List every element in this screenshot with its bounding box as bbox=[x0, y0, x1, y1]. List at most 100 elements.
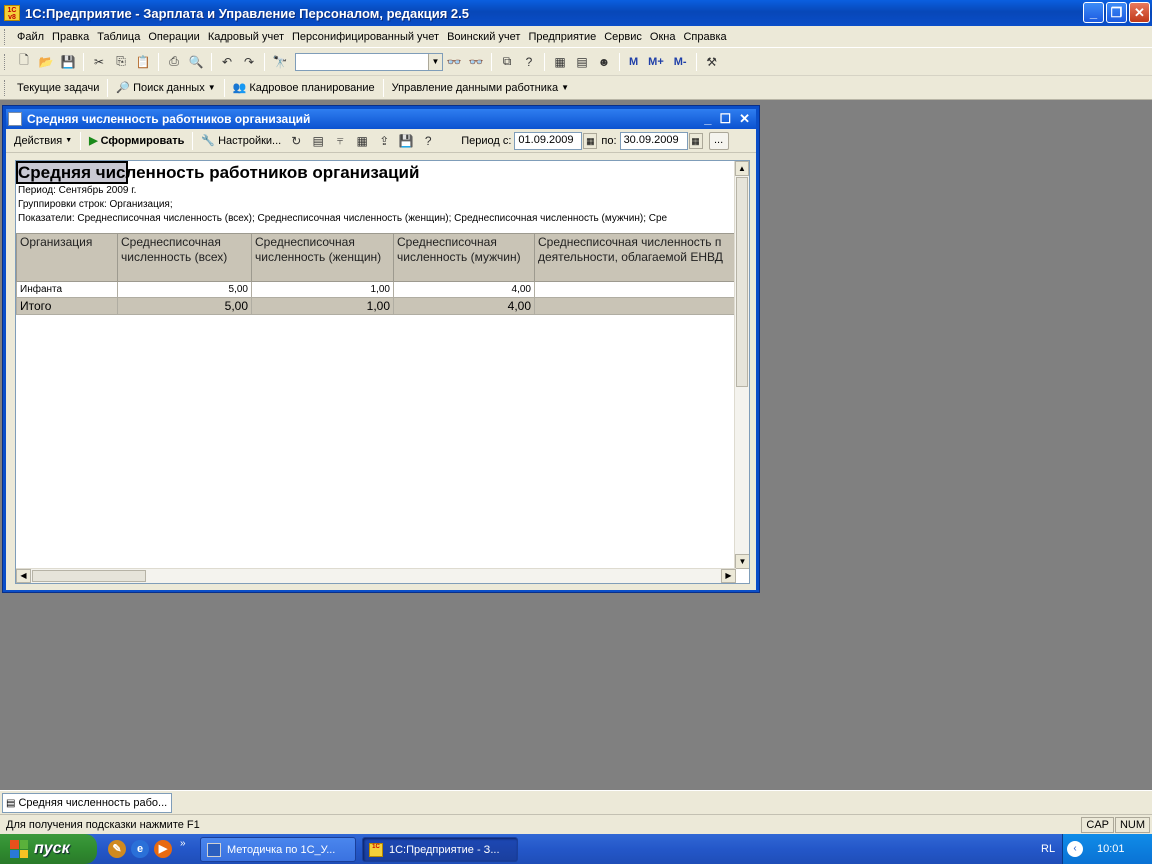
quicklaunch-more-icon[interactable]: » bbox=[180, 838, 186, 849]
internet-explorer-icon[interactable]: e bbox=[131, 840, 149, 858]
window-minimize-button[interactable]: _ bbox=[704, 111, 711, 127]
data-search-button[interactable]: 🔎 Поиск данных ▼ bbox=[112, 81, 219, 95]
tray-expand-icon[interactable]: ‹ bbox=[1067, 841, 1083, 857]
menu-enterprise[interactable]: Предприятие bbox=[524, 31, 600, 43]
horizontal-scroll-thumb[interactable] bbox=[32, 570, 146, 582]
start-button[interactable]: пуск bbox=[0, 834, 97, 864]
vertical-scrollbar[interactable]: ▲ ▼ bbox=[734, 161, 749, 569]
undo-icon[interactable]: ↶ bbox=[218, 53, 236, 71]
calendar-icon[interactable]: ▦ bbox=[688, 132, 703, 149]
report-window-titlebar[interactable]: Средняя численность работников организац… bbox=[6, 109, 756, 129]
help-icon[interactable]: ? bbox=[419, 132, 437, 150]
calendar-icon[interactable]: ▤ bbox=[573, 53, 591, 71]
cell-org[interactable]: Инфанта bbox=[16, 281, 118, 298]
selected-cell[interactable]: Средняя чис bbox=[16, 161, 128, 184]
open-icon[interactable]: 📂 bbox=[37, 53, 55, 71]
user-icon[interactable]: ☻ bbox=[595, 53, 613, 71]
period-select-button[interactable]: ... bbox=[708, 131, 729, 150]
export-icon[interactable]: ⇪ bbox=[375, 132, 393, 150]
find-prev-icon[interactable]: 👓 bbox=[467, 53, 485, 71]
column-header[interactable]: Среднесписочная численность п деятельнос… bbox=[534, 233, 745, 282]
help-icon[interactable]: ? bbox=[520, 53, 538, 71]
cell-envd[interactable] bbox=[534, 281, 745, 298]
menu-personified[interactable]: Персонифицированный учет bbox=[288, 31, 443, 43]
cut-icon[interactable]: ✂ bbox=[90, 53, 108, 71]
restore-button[interactable]: ❐ bbox=[1106, 2, 1127, 23]
filter-icon[interactable]: ⫧ bbox=[331, 132, 349, 150]
window-maximize-button[interactable]: ☐ bbox=[719, 111, 731, 127]
menu-hr[interactable]: Кадровый учет bbox=[204, 31, 288, 43]
window-tab-report[interactable]: ▤ Средняя численность рабо... bbox=[2, 793, 172, 813]
windows-icon[interactable]: ⧉ bbox=[498, 53, 516, 71]
menu-table[interactable]: Таблица bbox=[93, 31, 144, 43]
menu-military[interactable]: Воинский учет bbox=[443, 31, 524, 43]
taskbar-button-1c[interactable]: 1C 1С:Предприятие - З... bbox=[362, 837, 518, 862]
restore-settings-icon[interactable]: ↻ bbox=[287, 132, 305, 150]
copy-icon[interactable]: ⎘ bbox=[112, 53, 130, 71]
menu-edit[interactable]: Правка bbox=[48, 31, 93, 43]
period-to-input[interactable]: 30.09.2009 bbox=[619, 131, 688, 150]
new-icon[interactable]: 🗋 bbox=[15, 53, 33, 71]
cell-total-men[interactable]: 4,00 bbox=[393, 297, 535, 315]
media-player-icon[interactable]: ▶ bbox=[154, 840, 172, 858]
find-icon[interactable]: 🔭 bbox=[271, 53, 289, 71]
cell-women[interactable]: 1,00 bbox=[251, 281, 394, 298]
report-window: Средняя численность работников организац… bbox=[2, 105, 760, 593]
save-settings-icon[interactable]: ▤ bbox=[309, 132, 327, 150]
cell-men[interactable]: 4,00 bbox=[393, 281, 535, 298]
menu-help[interactable]: Справка bbox=[679, 31, 730, 43]
cell-total-all[interactable]: 5,00 bbox=[117, 297, 252, 315]
calculator-icon[interactable]: ▦ bbox=[551, 53, 569, 71]
period-from-input[interactable]: 01.09.2009 bbox=[514, 131, 583, 150]
quicklaunch-app-icon[interactable]: ✎ bbox=[108, 840, 126, 858]
column-header[interactable]: Среднесписочная численность (женщин) bbox=[251, 233, 394, 282]
toolbar-grip[interactable] bbox=[4, 28, 7, 45]
memory-m-button[interactable]: M bbox=[626, 53, 641, 71]
column-header[interactable]: Организация bbox=[16, 233, 118, 282]
horizontal-scrollbar[interactable]: ◀ ▶ bbox=[16, 568, 736, 583]
menu-file[interactable]: Файл bbox=[13, 31, 48, 43]
hr-planning-button[interactable]: 👥 Кадровое планирование bbox=[229, 81, 379, 95]
menu-windows[interactable]: Окна bbox=[646, 31, 680, 43]
preview-icon[interactable]: 🔍 bbox=[187, 53, 205, 71]
cell-total-label[interactable]: Итого bbox=[16, 297, 118, 315]
scroll-down-icon[interactable]: ▼ bbox=[735, 554, 749, 569]
toolbar-grip[interactable] bbox=[4, 53, 7, 70]
close-button[interactable]: ✕ bbox=[1129, 2, 1150, 23]
search-input[interactable]: ▼ bbox=[295, 52, 443, 71]
scroll-left-icon[interactable]: ◀ bbox=[16, 569, 31, 583]
window-close-button[interactable]: ✕ bbox=[739, 111, 750, 127]
column-header[interactable]: Среднесписочная численность (всех) bbox=[117, 233, 252, 282]
memory-minus-button[interactable]: M- bbox=[671, 53, 690, 71]
calendar-icon[interactable]: ▦ bbox=[583, 132, 598, 149]
find-next-icon[interactable]: 👓 bbox=[445, 53, 463, 71]
generate-button[interactable]: ▶ Сформировать bbox=[85, 134, 188, 148]
employee-data-button[interactable]: Управление данными работника ▼ bbox=[388, 82, 573, 94]
paste-icon[interactable]: 📋 bbox=[134, 53, 152, 71]
cell-total-envd[interactable] bbox=[534, 297, 745, 315]
language-indicator[interactable]: RL bbox=[1041, 843, 1055, 855]
scroll-up-icon[interactable]: ▲ bbox=[735, 161, 749, 176]
redo-icon[interactable]: ↷ bbox=[240, 53, 258, 71]
vertical-scroll-thumb[interactable] bbox=[736, 177, 748, 387]
actions-menu[interactable]: Действия ▼ bbox=[10, 135, 76, 147]
toolbar-grip[interactable] bbox=[4, 79, 7, 96]
minimize-button[interactable]: _ bbox=[1083, 2, 1104, 23]
settings-button[interactable]: 🔧 Настройки... bbox=[197, 134, 285, 148]
save-icon[interactable]: 💾 bbox=[59, 53, 77, 71]
cell-total-women[interactable]: 1,00 bbox=[251, 297, 394, 315]
tools-icon[interactable]: ⚒ bbox=[703, 53, 721, 71]
scroll-right-icon[interactable]: ▶ bbox=[721, 569, 736, 583]
taskbar-button-word[interactable]: Методичка по 1С_У... bbox=[200, 837, 356, 862]
chevron-down-icon[interactable]: ▼ bbox=[428, 53, 442, 70]
table-icon[interactable]: ▦ bbox=[353, 132, 371, 150]
report-sheet[interactable]: Средняя численность работников организац… bbox=[15, 160, 750, 584]
cell-all[interactable]: 5,00 bbox=[117, 281, 252, 298]
current-tasks-button[interactable]: Текущие задачи bbox=[13, 82, 103, 94]
memory-plus-button[interactable]: M+ bbox=[645, 53, 667, 71]
save-icon[interactable]: 💾 bbox=[397, 132, 415, 150]
column-header[interactable]: Среднесписочная численность (мужчин) bbox=[393, 233, 535, 282]
menu-operations[interactable]: Операции bbox=[144, 31, 203, 43]
menu-service[interactable]: Сервис bbox=[600, 31, 646, 43]
print-icon[interactable]: ⎙ bbox=[165, 53, 183, 71]
